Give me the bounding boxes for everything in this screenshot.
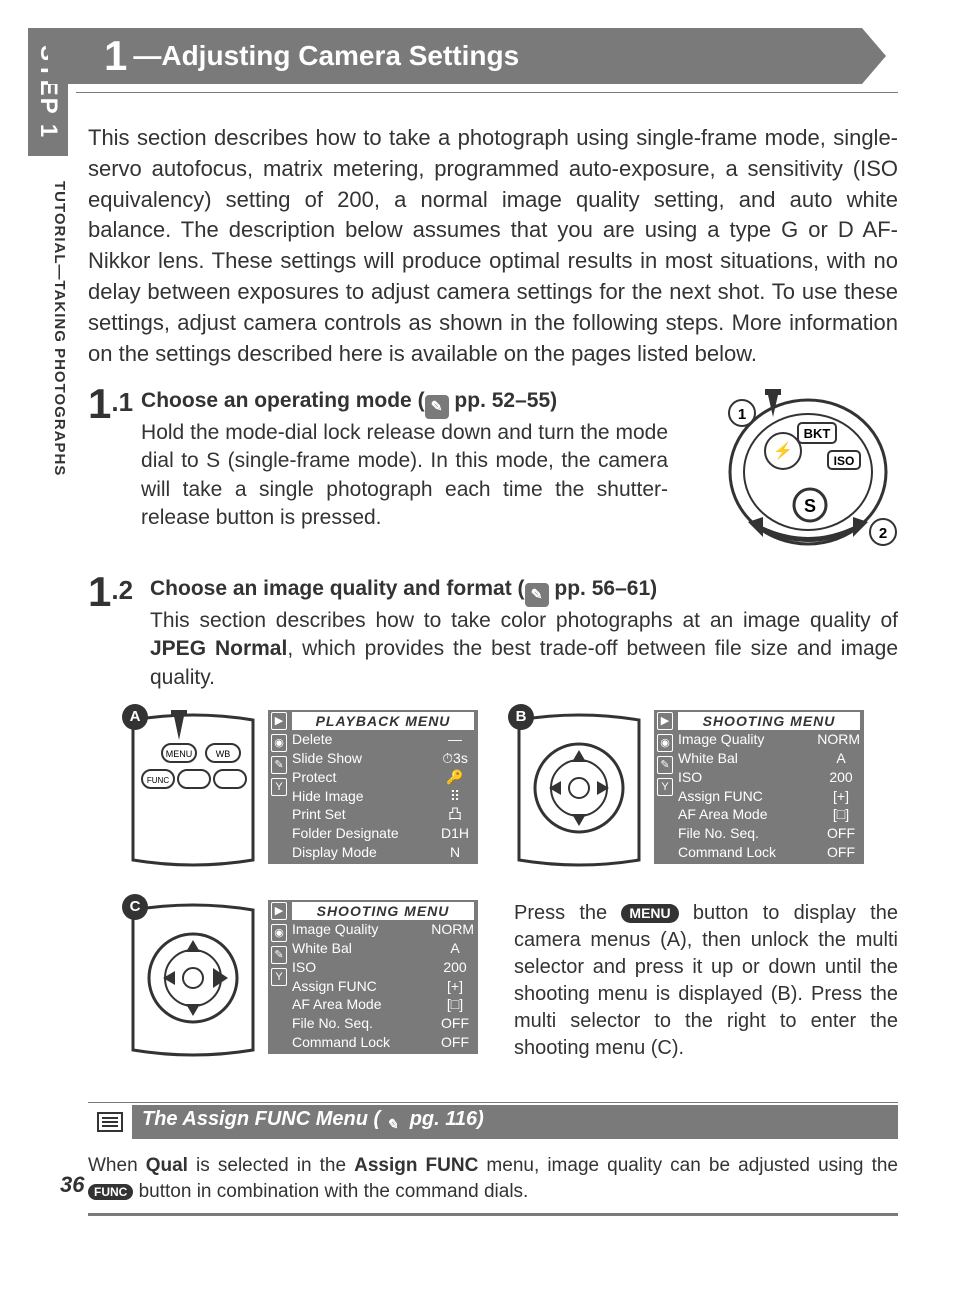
play-icon: ▶ [271, 902, 287, 920]
play-icon: ▶ [271, 712, 287, 730]
camera-icon: ◉ [657, 734, 673, 752]
menu-item: Protect🔑 [292, 768, 474, 787]
camera-selector-illustration-b: B [514, 710, 644, 870]
menu-item: Slide Show⏱3s [292, 749, 474, 768]
svg-text:S: S [804, 496, 816, 516]
svg-text:ISO: ISO [834, 454, 855, 468]
menu-item: ISO200 [678, 768, 860, 787]
menu-title: SHOOTING MENU [292, 902, 474, 920]
menu-item: Image QualityNORM [292, 920, 474, 939]
tip-body: When Qual is selected in the Assign FUNC… [88, 1153, 898, 1212]
pencil-icon: ✎ [657, 756, 673, 774]
page-ref-icon: ✎ [525, 583, 549, 607]
figure-row-ab: A MENU WB FUNC PLAYBACK MENU [128, 710, 898, 870]
divider [76, 92, 898, 93]
tip-title: The Assign FUNC Menu (✎ pg. 116) [132, 1105, 898, 1140]
svg-text:MENU: MENU [166, 749, 193, 759]
menu-item: Print Set凸 [292, 805, 474, 824]
shooting-menu-panel-c: SHOOTING MENU ▶ ◉ ✎ Y Image QualityNORM … [268, 900, 478, 1054]
camera-icon: ◉ [271, 734, 287, 752]
mode-dial-illustration: ⚡ BKT ISO S 1 2 [688, 387, 898, 557]
menu-title: SHOOTING MENU [678, 712, 860, 730]
step-number: 1.1 [88, 387, 133, 557]
side-label: TUTORIAL—TAKING PHOTOGRAPHS [28, 175, 68, 476]
pencil-icon: ✎ [271, 946, 287, 964]
menu-item: White BalA [292, 939, 474, 958]
menu-item: Hide Image⠿ [292, 787, 474, 806]
figure-label-a: A [122, 704, 148, 730]
menu-item: Assign FUNC[+] [678, 787, 860, 806]
page-ref-icon: ✎ [380, 1112, 404, 1136]
menu-title: PLAYBACK MENU [292, 712, 474, 730]
svg-text:1: 1 [738, 406, 746, 423]
step-number: 1.2 [88, 575, 142, 691]
wrench-icon: Y [271, 968, 287, 986]
menu-item: Command LockOFF [678, 843, 860, 862]
step-heading: Choose an operating mode (✎ pp. 52–55) [141, 389, 557, 412]
camera-icon: ◉ [271, 924, 287, 942]
wrench-icon: Y [271, 778, 287, 796]
step-1-2: 1.2 Choose an image quality and format (… [88, 575, 898, 691]
menu-item: Display ModeN [292, 843, 474, 862]
step-heading: Choose an image quality and format (✎ pp… [150, 577, 657, 600]
svg-text:FUNC: FUNC [147, 776, 169, 785]
figure-label-b: B [508, 704, 534, 730]
svg-text:WB: WB [216, 749, 231, 759]
menu-item: File No. Seq.OFF [678, 824, 860, 843]
svg-text:2: 2 [879, 525, 887, 542]
menu-item: White BalA [678, 749, 860, 768]
figure-label-c: C [122, 894, 148, 920]
notes-icon [88, 1109, 132, 1135]
step-body-text: Hold the mode-dial lock release down and… [141, 421, 668, 529]
page-number: 36 [60, 1172, 84, 1198]
step-1-1: 1.1 Choose an operating mode (✎ pp. 52–5… [88, 387, 898, 557]
menu-item: AF Area Mode[□] [678, 805, 860, 824]
menu-item: Assign FUNC[+] [292, 977, 474, 996]
menu-item: ISO200 [292, 958, 474, 977]
camera-selector-illustration-c: C [128, 900, 258, 1060]
svg-text:BKT: BKT [804, 426, 831, 441]
menu-item: Folder DesignateD1H [292, 824, 474, 843]
wrench-icon: Y [657, 778, 673, 796]
menu-button-pill: MENU [621, 904, 678, 923]
play-icon: ▶ [657, 712, 673, 730]
camera-back-illustration-a: A MENU WB FUNC [128, 710, 258, 870]
instruction-text: Press the MENU button to display the cam… [514, 900, 898, 1062]
menu-item: File No. Seq.OFF [292, 1014, 474, 1033]
figure-row-c: C SHOOTING MENU ▶ ◉ [128, 900, 898, 1062]
page-title: —Adjusting Camera Settings [133, 40, 519, 72]
page-ref-icon: ✎ [425, 395, 449, 419]
menu-item: Delete— [292, 730, 474, 749]
section-number: 1 [104, 32, 127, 80]
shooting-menu-panel-b: SHOOTING MENU ▶ ◉ ✎ Y Image QualityNORM … [654, 710, 864, 864]
playback-menu-panel: PLAYBACK MENU ▶ ◉ ✎ Y Delete— Slide Show… [268, 710, 478, 864]
intro-paragraph: This section describes how to take a pho… [88, 123, 898, 369]
pencil-icon: ✎ [271, 756, 287, 774]
menu-item: Command LockOFF [292, 1033, 474, 1052]
menu-item: AF Area Mode[□] [292, 995, 474, 1014]
menu-item: Image QualityNORM [678, 730, 860, 749]
tip-box: The Assign FUNC Menu (✎ pg. 116) When Qu… [88, 1102, 898, 1216]
func-button-pill: FUNC [88, 1184, 133, 1200]
svg-text:⚡: ⚡ [773, 441, 793, 460]
step-body-text: This section describes how to take color… [150, 609, 898, 689]
page-title-bar: 1 —Adjusting Camera Settings [48, 28, 886, 84]
